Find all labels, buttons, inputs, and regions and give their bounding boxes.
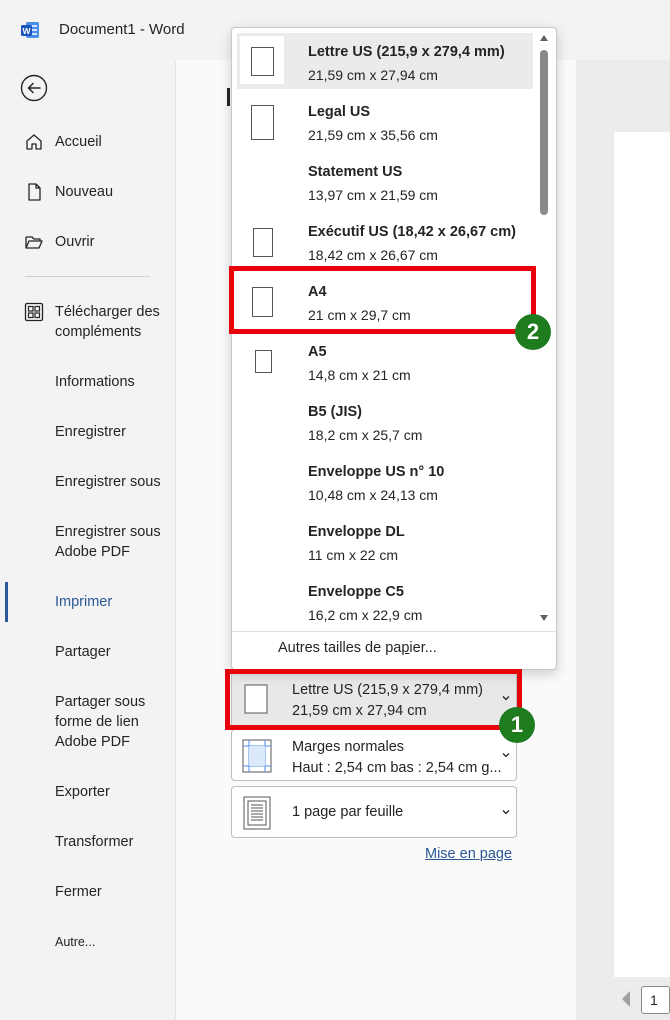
preview-page (614, 132, 670, 977)
sidebar-item-label: Enregistrer sous (55, 474, 161, 490)
paper-option-letter[interactable]: Lettre US (215,9 x 279,4 mm) 21,59 cm x … (237, 33, 533, 89)
margins-icon (242, 739, 272, 773)
page-setup-link[interactable]: Mise en page (425, 846, 512, 862)
paper-option-name: Lettre US (215,9 x 279,4 mm) (308, 44, 505, 60)
paper-option-name: Enveloppe US n° 10 (308, 464, 445, 480)
sidebar-item-label: Fermer (55, 884, 102, 900)
more-paper-sizes-label-pre: Autres tailles de pa (278, 640, 402, 656)
previous-page-icon[interactable] (620, 990, 632, 1008)
paper-option-dims: 13,97 cm x 21,59 cm (308, 187, 438, 203)
sidebar-item-label: Partager (55, 644, 111, 660)
paper-option-dims: 14,8 cm x 21 cm (308, 367, 411, 383)
word-logo-icon: W (21, 22, 39, 38)
folder-open-icon (25, 236, 43, 249)
paper-option-dims: 16,2 cm x 22,9 cm (308, 607, 423, 623)
paper-option-name: B5 (JIS) (308, 404, 362, 420)
paper-option-executive[interactable]: Exécutif US (18,42 x 26,67 cm) 18,42 cm … (237, 213, 533, 269)
more-paper-sizes-option[interactable]: Autres tailles de papier... (278, 640, 437, 656)
paper-option-statement[interactable]: Statement US 13,97 cm x 21,59 cm (237, 153, 533, 209)
paper-option-envelope-dl[interactable]: Enveloppe DL 11 cm x 22 cm (237, 513, 533, 569)
chevron-down-icon (502, 753, 510, 758)
pages-per-sheet-select[interactable]: 1 page par feuille (231, 786, 517, 838)
paper-option-name: A5 (308, 344, 327, 360)
paper-option-dims: 21,59 cm x 35,56 cm (308, 127, 438, 143)
sidebar-item-label: Ouvrir (55, 234, 95, 250)
page-title-fragment (227, 88, 230, 106)
step-badge-2: 2 (515, 314, 551, 350)
dropdown-divider (232, 631, 556, 632)
paper-option-b5-jis[interactable]: B5 (JIS) 18,2 cm x 25,7 cm (237, 393, 533, 449)
back-arrow-icon[interactable] (20, 74, 48, 102)
more-paper-sizes-label-post: ier... (409, 640, 437, 656)
sidebar-item-label: Partager sous forme de lien Adobe PDF (55, 694, 146, 750)
page-number-input[interactable]: 1 (641, 986, 670, 1014)
paper-option-name: Exécutif US (18,42 x 26,67 cm) (308, 224, 516, 240)
highlight-box-a4 (229, 266, 536, 334)
paper-option-name: Legal US (308, 104, 371, 120)
sidebar-item-label: Exporter (55, 784, 110, 800)
sidebar-item-label: Transformer (55, 834, 134, 850)
paper-option-name: Enveloppe DL (308, 524, 405, 540)
paper-size-dropdown: Lettre US (215,9 x 279,4 mm) 21,59 cm x … (231, 27, 557, 670)
sidebar-item-label: Informations (55, 374, 135, 390)
margins-name: Marges normales (292, 739, 405, 755)
sidebar-item-label: Imprimer (55, 594, 113, 610)
paper-thumbnail-icon (240, 336, 284, 384)
window-title: Document1 - Word (59, 21, 185, 38)
active-indicator (5, 582, 8, 622)
sidebar-item-label: Nouveau (55, 184, 114, 200)
sidebar-divider (25, 276, 150, 277)
scroll-thumb[interactable] (540, 50, 548, 215)
paper-option-dims: 10,48 cm x 24,13 cm (308, 487, 438, 503)
pages-per-sheet-label: 1 page par feuille (292, 804, 404, 820)
chevron-down-icon (502, 810, 510, 815)
step-badge-1: 1 (499, 707, 535, 743)
sidebar-item-label: Télécharger des compléments (55, 304, 160, 340)
paper-option-dims: 18,42 cm x 26,67 cm (308, 247, 438, 263)
paper-option-name: Enveloppe C5 (308, 584, 404, 600)
pages-per-sheet-icon (243, 796, 271, 830)
margins-detail: Haut : 2,54 cm bas : 2,54 cm g... (292, 760, 502, 776)
sidebar-item-label: Enregistrer sous Adobe PDF (55, 524, 161, 560)
paper-option-dims: 21,59 cm x 27,94 cm (308, 67, 438, 83)
new-document-icon (28, 183, 41, 201)
home-icon (26, 134, 42, 150)
paper-option-a5[interactable]: A5 14,8 cm x 21 cm (237, 333, 533, 389)
paper-option-envelope-c5[interactable]: Enveloppe C5 16,2 cm x 22,9 cm (237, 573, 533, 629)
word-logo-letter: W (22, 26, 31, 36)
scroll-down-icon[interactable] (539, 614, 549, 622)
sidebar-item-label: Autre... (55, 935, 96, 949)
paper-thumbnail-icon (240, 96, 284, 144)
paper-thumbnail-icon (240, 216, 284, 264)
add-ins-icon (24, 302, 44, 322)
paper-option-dims: 18,2 cm x 25,7 cm (308, 427, 423, 443)
scroll-up-icon[interactable] (539, 34, 549, 42)
sidebar-item-label: Enregistrer (55, 424, 126, 440)
highlight-box-paper-select (225, 669, 522, 730)
sidebar-item-label: Accueil (55, 134, 102, 150)
paper-option-dims: 11 cm x 22 cm (308, 547, 398, 563)
margins-select[interactable]: Marges normales Haut : 2,54 cm bas : 2,5… (231, 729, 517, 781)
paper-option-legal[interactable]: Legal US 21,59 cm x 35,56 cm (237, 93, 533, 149)
paper-option-name: Statement US (308, 164, 403, 180)
paper-option-envelope-us-10[interactable]: Enveloppe US n° 10 10,48 cm x 24,13 cm (237, 453, 533, 509)
paper-thumbnail-icon (240, 36, 284, 84)
